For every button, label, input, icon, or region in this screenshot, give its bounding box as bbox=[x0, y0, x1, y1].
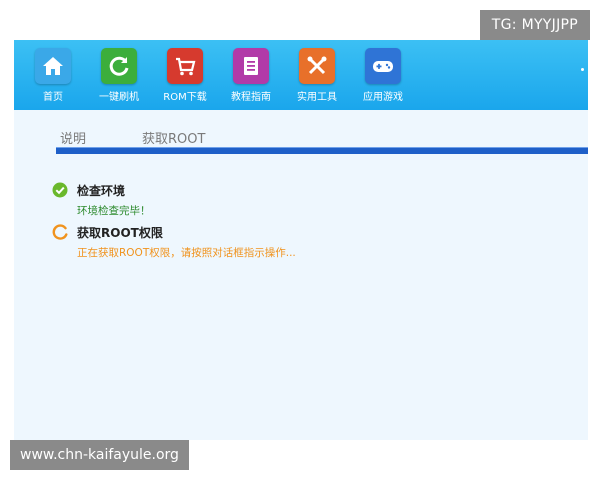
spinner-icon bbox=[52, 224, 68, 240]
step-message: 正在获取ROOT权限，请按照对话框指示操作... bbox=[77, 247, 296, 259]
step-get-root: 获取ROOT权限 bbox=[52, 222, 296, 242]
toolbar-item-rom-download[interactable]: ROM下载 bbox=[156, 40, 214, 103]
toolbar-item-label: 应用游戏 bbox=[363, 92, 403, 103]
tab-get-root[interactable]: 获取ROOT bbox=[142, 128, 205, 147]
cart-icon bbox=[167, 48, 203, 84]
step-list: 检查环境 环境检查完毕！ 获取ROOT权限 正在获取ROOT权限，请按照对话框指… bbox=[52, 180, 296, 264]
toolbar-item-label: 实用工具 bbox=[297, 92, 337, 103]
watermark-top: TG: MYYJJPP bbox=[479, 10, 590, 40]
home-icon bbox=[35, 48, 71, 84]
tab-instructions[interactable]: 说明 bbox=[60, 128, 86, 147]
toolbar-item-label: ROM下载 bbox=[163, 92, 207, 103]
toolbar-item-label: 一键刷机 bbox=[99, 92, 139, 103]
step-check-environment: 检查环境 bbox=[52, 180, 296, 200]
toolbar: 首页 一键刷机 ROM下载 教程指南 实用工具 应用游戏 bbox=[14, 40, 588, 110]
step-message: 环境检查完毕！ bbox=[77, 205, 151, 217]
progress-bar bbox=[56, 147, 588, 154]
step-title: 获取ROOT权限 bbox=[77, 225, 163, 240]
app-window: 首页 一键刷机 ROM下载 教程指南 实用工具 应用游戏 说明 获取ROOT 检… bbox=[14, 40, 588, 440]
toolbar-item-label: 教程指南 bbox=[231, 92, 271, 103]
toolbar-item-one-click-flash[interactable]: 一键刷机 bbox=[90, 40, 148, 103]
toolbar-item-apps-games[interactable]: 应用游戏 bbox=[354, 40, 412, 103]
toolbar-item-utilities[interactable]: 实用工具 bbox=[288, 40, 346, 103]
check-circle-icon bbox=[52, 182, 68, 198]
toolbar-item-home[interactable]: 首页 bbox=[24, 40, 82, 103]
tools-icon bbox=[299, 48, 335, 84]
toolbar-item-tutorials[interactable]: 教程指南 bbox=[222, 40, 280, 103]
book-icon bbox=[233, 48, 269, 84]
toolbar-dot bbox=[581, 68, 584, 71]
refresh-icon bbox=[101, 48, 137, 84]
gamepad-icon bbox=[365, 48, 401, 84]
step-title: 检查环境 bbox=[77, 183, 126, 198]
tab-bar: 说明 获取ROOT bbox=[60, 128, 205, 147]
watermark-bottom: www.chn-kaifayule.org bbox=[10, 440, 189, 470]
toolbar-item-label: 首页 bbox=[43, 92, 63, 103]
